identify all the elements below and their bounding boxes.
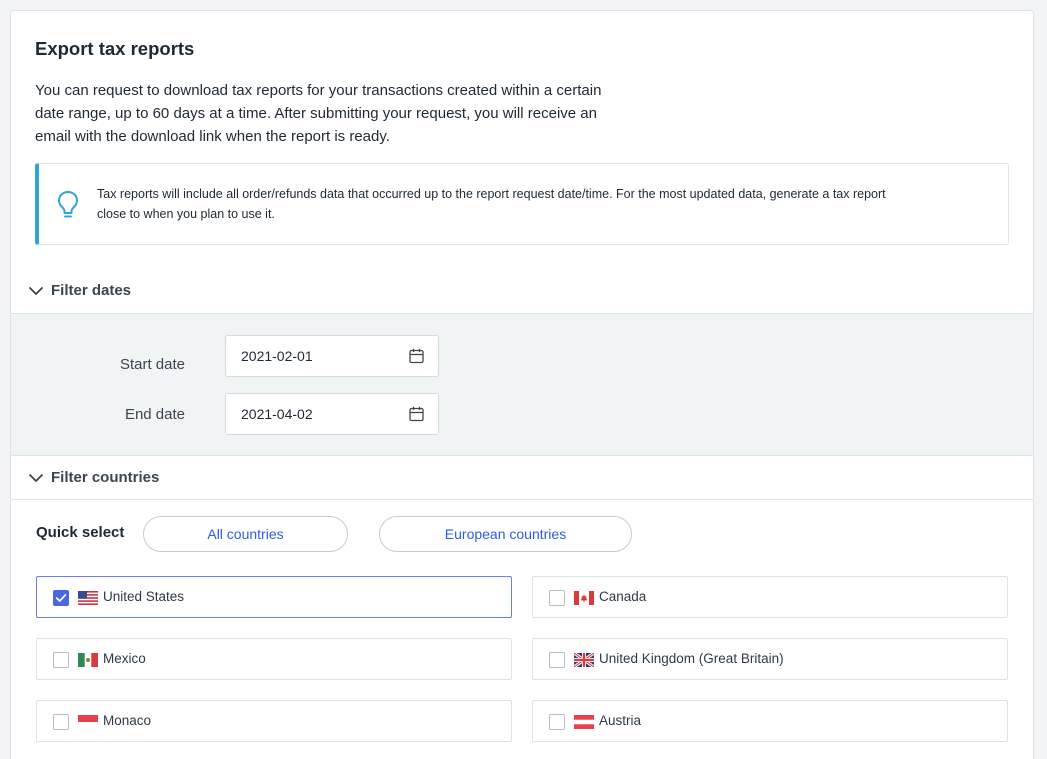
country-option-canada[interactable]: Canada (532, 576, 1008, 618)
country-option-mexico[interactable]: Mexico (36, 638, 512, 680)
chevron-down-icon (29, 474, 43, 482)
checkbox[interactable] (53, 652, 69, 668)
uk-flag-icon (574, 653, 594, 667)
chevron-down-icon (29, 287, 43, 295)
canada-flag-icon (574, 591, 594, 605)
end-date-input[interactable]: 2021-04-02 (225, 393, 439, 435)
country-name: United States (103, 589, 185, 604)
filter-dates-heading: Filter dates (51, 282, 132, 299)
end-date-label: End date (124, 406, 185, 423)
filter-dates-panel: Start date 2021-02-01 End date 2021-04-0… (11, 313, 1033, 455)
mexico-flag-icon (78, 653, 98, 667)
start-date-label: Start date (119, 356, 185, 373)
filter-countries-toggle[interactable]: Filter countries (11, 455, 1033, 499)
checkbox[interactable] (53, 590, 69, 606)
callout-text: Tax reports will include all order/refun… (97, 187, 886, 221)
country-option-monaco[interactable]: Monaco (36, 700, 512, 742)
info-callout: Tax reports will include all order/refun… (35, 163, 1009, 245)
start-date-input[interactable]: 2021-02-01 (225, 335, 439, 377)
us-flag-icon (78, 591, 98, 605)
austria-flag-icon (574, 715, 594, 729)
filter-dates-toggle[interactable]: Filter dates (11, 269, 1033, 313)
european-countries-button[interactable]: European countries (379, 516, 632, 552)
filter-countries-heading: Filter countries (51, 469, 160, 486)
calendar-icon[interactable] (409, 348, 424, 364)
country-name: Canada (599, 589, 647, 604)
checkbox[interactable] (549, 714, 565, 730)
monaco-flag-icon (78, 715, 98, 729)
check-icon (55, 594, 67, 602)
country-option-austria[interactable]: Austria (532, 700, 1008, 742)
page-description: You can request to download tax reports … (35, 82, 602, 145)
checkbox[interactable] (549, 590, 565, 606)
country-name: Austria (599, 713, 642, 728)
country-option-united-states[interactable]: United States (36, 576, 512, 618)
export-tax-reports-card: Export tax reports You can request to do… (10, 10, 1034, 759)
lightbulb-icon (58, 191, 78, 218)
country-name: United Kingdom (Great Britain) (599, 651, 784, 666)
all-countries-button[interactable]: All countries (143, 516, 348, 552)
country-name: Mexico (103, 651, 146, 666)
country-name: Monaco (103, 713, 152, 728)
checkbox[interactable] (549, 652, 565, 668)
page-title: Export tax reports (35, 38, 195, 59)
end-date-value: 2021-04-02 (241, 406, 313, 422)
quick-select-label: Quick select (36, 524, 125, 541)
start-date-value: 2021-02-01 (241, 348, 313, 364)
country-option-united-kingdom[interactable]: United Kingdom (Great Britain) (532, 638, 1008, 680)
checkbox[interactable] (53, 714, 69, 730)
divider (11, 499, 1033, 500)
calendar-icon[interactable] (409, 406, 424, 422)
